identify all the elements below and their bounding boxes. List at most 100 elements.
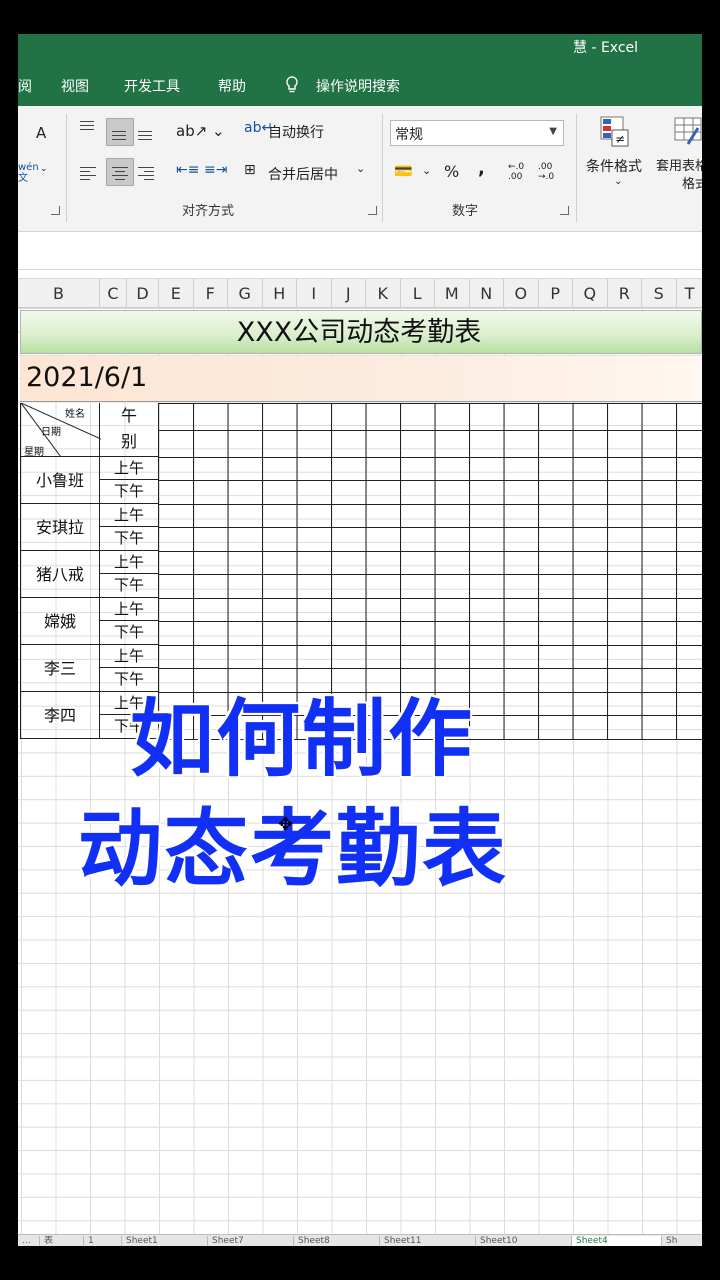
- sheet-tab[interactable]: Sheet7: [208, 1236, 294, 1246]
- currency-format-icon[interactable]: 💳: [394, 162, 413, 180]
- chevron-down-icon[interactable]: ⌄: [614, 176, 622, 187]
- group-divider: [576, 114, 577, 222]
- formula-bar[interactable]: [18, 232, 702, 270]
- sheet-tab[interactable]: Sheet11: [380, 1236, 476, 1246]
- alignment-dialog-launcher[interactable]: [368, 206, 377, 215]
- sheet-title-cell[interactable]: XXX公司动态考勤表: [20, 310, 702, 354]
- tab-view[interactable]: 视图: [61, 76, 89, 96]
- wrap-text-button[interactable]: 自动换行: [268, 122, 324, 142]
- column-header[interactable]: P: [539, 279, 573, 309]
- employee-name[interactable]: 猪八戒: [20, 551, 100, 598]
- tab-review[interactable]: 阅: [18, 76, 32, 96]
- ribbon-tab-bar: 阅 视图 开发工具 帮助 操作说明搜索: [18, 58, 702, 106]
- am-cell[interactable]: 上午: [100, 598, 159, 621]
- pm-cell[interactable]: 下午: [100, 621, 159, 645]
- font-dialog-launcher[interactable]: [51, 206, 60, 215]
- sheet-tab[interactable]: 1: [84, 1236, 122, 1246]
- period-header-bottom: 别: [120, 432, 137, 451]
- column-header[interactable]: N: [470, 279, 504, 309]
- period-header-cell[interactable]: 午 别: [100, 403, 159, 457]
- decrease-decimal-button[interactable]: .00 →.0: [538, 162, 562, 182]
- sheet-tab[interactable]: Sheet10: [476, 1236, 572, 1246]
- pm-cell[interactable]: 下午: [100, 480, 159, 504]
- number-group-label: 数字: [452, 204, 479, 219]
- number-format-value: 常规: [395, 127, 423, 143]
- align-right-icon[interactable]: [138, 164, 158, 180]
- sheet-tab[interactable]: Sheet1: [122, 1236, 208, 1246]
- column-header[interactable]: J: [332, 279, 366, 309]
- orientation-icon[interactable]: ab↗ ⌄: [176, 122, 225, 140]
- column-header[interactable]: I: [297, 279, 332, 309]
- column-header[interactable]: S: [642, 279, 677, 309]
- merge-center-button[interactable]: 合并后居中: [268, 164, 338, 184]
- column-header[interactable]: G: [228, 279, 263, 309]
- diagonal-header-cell[interactable]: 姓名 日期 星期: [20, 403, 101, 458]
- date-cell[interactable]: 2021/6/1: [20, 356, 702, 402]
- percent-button[interactable]: %: [444, 162, 459, 181]
- sheet-tab-bar: ... 表 1 Sheet1 Sheet7 Sheet8 Sheet11 She…: [18, 1234, 702, 1246]
- number-format-select[interactable]: 常规 ▼: [390, 120, 564, 146]
- sheet-tab[interactable]: 表: [40, 1236, 84, 1246]
- column-header[interactable]: Q: [573, 279, 608, 309]
- align-center-lines: [112, 164, 132, 180]
- column-header[interactable]: L: [401, 279, 435, 309]
- am-cell[interactable]: 上午: [100, 645, 159, 668]
- number-dialog-launcher[interactable]: [560, 206, 569, 215]
- employee-name[interactable]: 李四: [20, 692, 100, 739]
- align-top-icon[interactable]: [80, 118, 100, 134]
- sheet-tab[interactable]: Sheet8: [294, 1236, 380, 1246]
- conditional-format-icon[interactable]: ≠: [600, 116, 630, 148]
- decrease-indent-icon[interactable]: ⇤≡: [176, 162, 199, 178]
- merge-icon[interactable]: ⊞: [244, 162, 256, 178]
- sheet-tab[interactable]: Sh: [662, 1236, 702, 1246]
- employee-name[interactable]: 李三: [20, 645, 100, 692]
- table-format-button[interactable]: 套用表格格式: [652, 158, 702, 194]
- tab-developer[interactable]: 开发工具: [124, 76, 180, 96]
- column-header[interactable]: O: [504, 279, 539, 309]
- column-header[interactable]: C: [100, 279, 127, 309]
- am-cell[interactable]: 上午: [100, 551, 159, 574]
- column-header[interactable]: T: [677, 279, 703, 309]
- employee-name[interactable]: 小鲁班: [20, 457, 100, 504]
- am-cell[interactable]: 上午: [100, 504, 159, 527]
- sheet-title: XXX公司动态考勤表: [236, 317, 482, 348]
- column-header[interactable]: E: [159, 279, 194, 309]
- sheet-tab-active[interactable]: Sheet4: [572, 1236, 662, 1246]
- overlay-heading-line2: 动态考勤表: [78, 800, 509, 898]
- column-header[interactable]: R: [608, 279, 642, 309]
- phonetic-guide-button[interactable]: wén 文: [18, 162, 39, 184]
- chevron-down-icon[interactable]: ⌄: [422, 164, 431, 177]
- column-header[interactable]: F: [194, 279, 228, 309]
- column-header[interactable]: H: [263, 279, 297, 309]
- chevron-down-icon[interactable]: ⌄: [40, 164, 48, 174]
- sheet-tab[interactable]: ...: [18, 1236, 40, 1246]
- header-weekday-label: 星期: [24, 447, 44, 458]
- group-divider: [66, 114, 67, 222]
- pm-cell[interactable]: 下午: [100, 574, 159, 598]
- tab-help[interactable]: 帮助: [218, 76, 246, 96]
- tell-me-search[interactable]: 操作说明搜索: [316, 76, 400, 96]
- header-date-label: 日期: [41, 427, 61, 438]
- pm-cell[interactable]: 下午: [100, 527, 159, 551]
- column-header[interactable]: M: [435, 279, 470, 309]
- employee-name[interactable]: 嫦娥: [20, 598, 100, 645]
- align-left-icon[interactable]: [80, 164, 100, 180]
- align-bottom-icon[interactable]: [138, 128, 158, 144]
- title-bar: 慧 - Excel: [18, 34, 702, 58]
- conditional-format-button[interactable]: 条件格式: [586, 156, 642, 176]
- excel-window: 慧 - Excel 阅 视图 开发工具 帮助 操作说明搜索 A wén 文 ⌄ …: [18, 34, 702, 1246]
- table-format-icon[interactable]: [674, 116, 702, 148]
- column-header[interactable]: K: [366, 279, 401, 309]
- comma-style-button[interactable]: ,: [478, 158, 485, 179]
- increase-decimal-button[interactable]: ←.0 .00: [508, 162, 532, 182]
- am-cell[interactable]: 上午: [100, 457, 159, 480]
- increase-indent-icon[interactable]: ≡⇥: [204, 162, 227, 178]
- column-header[interactable]: D: [127, 279, 159, 309]
- lightbulb-icon[interactable]: [284, 76, 300, 98]
- header-name-label: 姓名: [65, 409, 85, 420]
- increase-font-button[interactable]: A: [36, 124, 46, 142]
- employee-name[interactable]: 安琪拉: [20, 504, 100, 551]
- column-header[interactable]: B: [18, 279, 100, 309]
- column-headers: B C D E F G H I J K L M N O P Q R S T: [18, 278, 703, 309]
- chevron-down-icon[interactable]: ⌄: [356, 162, 365, 175]
